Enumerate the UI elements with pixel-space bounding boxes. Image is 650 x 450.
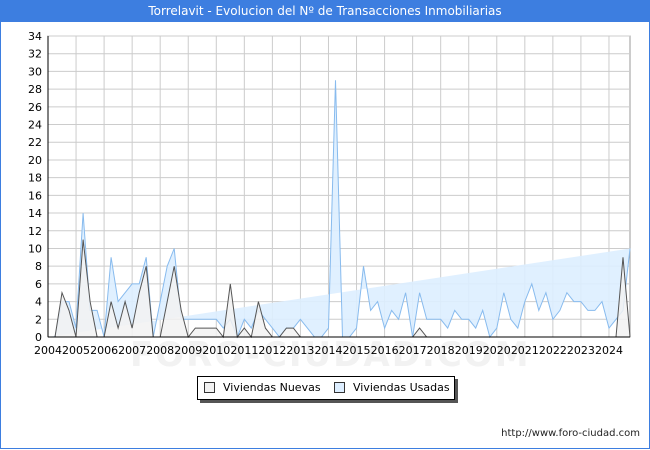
- x-tick-label: 2023: [567, 344, 595, 357]
- x-tick-label: 2008: [146, 344, 174, 357]
- y-tick-label: 10: [28, 242, 42, 255]
- y-tick-label: 16: [28, 189, 42, 202]
- y-tick-label: 2: [35, 313, 42, 326]
- x-tick-label: 2018: [427, 344, 455, 357]
- x-tick-label: 2016: [371, 344, 399, 357]
- x-tick-label: 2009: [174, 344, 202, 357]
- y-tick-label: 26: [28, 101, 42, 114]
- y-tick-label: 14: [28, 207, 42, 220]
- y-tick-label: 30: [28, 65, 42, 78]
- legend: Viviendas Nuevas Viviendas Usadas: [197, 376, 455, 400]
- legend-swatch-nuevas: [204, 382, 215, 393]
- x-tick-label: 2004: [34, 344, 62, 357]
- x-tick-label: 2013: [286, 344, 314, 357]
- x-tick-label: 2015: [343, 344, 371, 357]
- legend-label-usadas: Viviendas Usadas: [353, 381, 450, 394]
- x-tick-label: 2020: [483, 344, 511, 357]
- legend-item-usadas: Viviendas Usadas: [334, 381, 450, 394]
- y-tick-label: 32: [28, 48, 42, 61]
- x-tick-label: 2007: [118, 344, 146, 357]
- x-tick-label: 2011: [230, 344, 258, 357]
- x-tick-label: 2024: [595, 344, 623, 357]
- y-tick-label: 20: [28, 154, 42, 167]
- footer-url: http://www.foro-ciudad.com: [501, 428, 640, 439]
- y-tick-label: 34: [28, 30, 42, 43]
- y-tick-label: 18: [28, 172, 42, 185]
- x-tick-label: 2005: [62, 344, 90, 357]
- y-tick-label: 22: [28, 136, 42, 149]
- y-tick-label: 12: [28, 225, 42, 238]
- x-tick-label: 2021: [511, 344, 539, 357]
- x-tick-label: 2012: [258, 344, 286, 357]
- legend-item-nuevas: Viviendas Nuevas: [204, 381, 321, 394]
- x-tick-label: 2006: [90, 344, 118, 357]
- y-tick-label: 4: [35, 296, 42, 309]
- x-tick-label: 2022: [539, 344, 567, 357]
- y-tick-label: 28: [28, 83, 42, 96]
- x-tick-label: 2010: [202, 344, 230, 357]
- x-tick-label: 2019: [455, 344, 483, 357]
- x-tick-label: 2014: [314, 344, 342, 357]
- y-tick-label: 0: [35, 331, 42, 344]
- y-tick-label: 8: [35, 260, 42, 273]
- legend-swatch-usadas: [334, 382, 345, 393]
- legend-label-nuevas: Viviendas Nuevas: [223, 381, 321, 394]
- y-tick-label: 24: [28, 119, 42, 132]
- y-tick-label: 6: [35, 278, 42, 291]
- x-tick-label: 2017: [399, 344, 427, 357]
